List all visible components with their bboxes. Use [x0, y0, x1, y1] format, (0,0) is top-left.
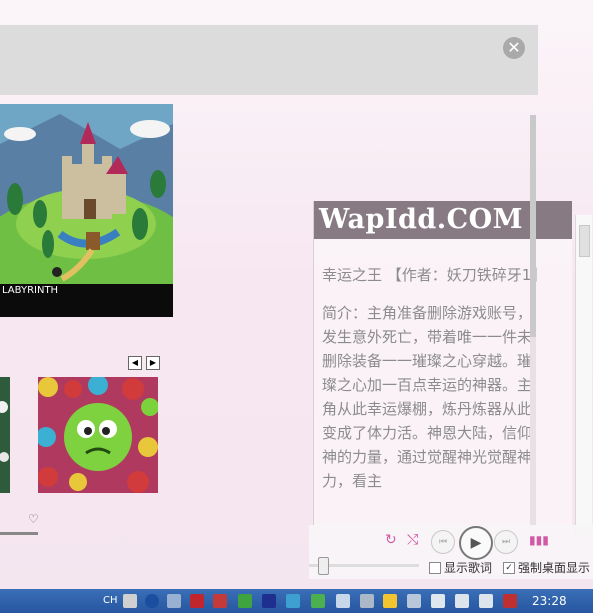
repeat-icon[interactable]: ↻ [385, 532, 397, 548]
help-icon[interactable] [145, 594, 159, 608]
book-summary: 简介：主角准备删除游戏账号，发生意外死亡，带着唯一一件未删除装备一一璀璨之心穿越… [322, 304, 533, 490]
heart-icon[interactable]: ♡ [28, 512, 39, 526]
signal-bars-icon[interactable] [431, 594, 445, 608]
app-icon-grid[interactable] [213, 594, 227, 608]
force-desktop-label: 强制桌面显示 [518, 561, 591, 575]
game-thumbnail-partial[interactable] [0, 377, 10, 493]
page-scrollbar-thumb[interactable] [579, 225, 590, 257]
carousel-nav: ◀ ▶ [128, 356, 160, 370]
network-app-icon[interactable] [286, 594, 300, 608]
show-lyrics-option[interactable]: 显示歌词 [429, 559, 492, 576]
previous-icon[interactable]: ⏮ [431, 530, 455, 554]
music-player: ↻ ⤭ ⏮ ▶ ⏭ ▮▮▮ 显示歌词 ✓ 强制桌面显示 [309, 525, 593, 579]
taskbar: CH 23:28 [0, 589, 593, 613]
game-thumbnail-monsters[interactable] [36, 375, 159, 493]
bluetooth-icon[interactable] [262, 594, 276, 608]
divider [0, 532, 38, 535]
force-desktop-option[interactable]: ✓ 强制桌面显示 [503, 559, 590, 576]
keyboard-icon[interactable] [123, 594, 137, 608]
chevron-right-icon[interactable]: ▶ [146, 356, 160, 370]
next-icon[interactable]: ⏭ [494, 530, 518, 554]
close-icon[interactable]: ✕ [503, 37, 525, 59]
scrollbar-thumb[interactable] [530, 115, 536, 337]
page-scrollbar[interactable] [575, 215, 592, 535]
volume-icon[interactable] [407, 594, 421, 608]
reader-scrollbar[interactable] [527, 103, 539, 533]
wifi-icon[interactable] [336, 594, 350, 608]
clock[interactable]: 23:28 [532, 593, 567, 609]
game-caption: LABYRINTH [0, 284, 173, 317]
reader-content: 幸运之王 【作者：妖刀铁碎牙1】 简介：主角准备删除游戏账号，发生意外死亡，带着… [322, 263, 547, 507]
signal-icon[interactable] [311, 594, 325, 608]
show-lyrics-checkbox[interactable] [429, 561, 441, 574]
top-banner [0, 25, 538, 95]
tray-menu-icon[interactable] [167, 594, 181, 608]
battery-icon[interactable] [479, 594, 493, 608]
security-icon[interactable] [238, 594, 252, 608]
game-card[interactable]: LABYRINTH [0, 104, 173, 317]
play-button[interactable]: ▶ [459, 526, 493, 560]
action-center-icon[interactable] [503, 594, 517, 608]
shuffle-icon[interactable]: ⤭ [407, 532, 418, 548]
force-desktop-checkbox[interactable]: ✓ [503, 561, 515, 574]
display-icon[interactable] [360, 594, 374, 608]
progress-knob[interactable] [318, 557, 329, 575]
castle-illustration [0, 104, 173, 284]
language-indicator[interactable]: CH [103, 593, 118, 609]
chevron-left-icon[interactable]: ◀ [128, 356, 142, 370]
book-title-line: 幸运之王 【作者：妖刀铁碎牙1】 [322, 266, 547, 284]
app-icon-red[interactable] [190, 594, 204, 608]
warning-icon[interactable] [383, 594, 397, 608]
flag-icon[interactable] [455, 594, 469, 608]
show-lyrics-label: 显示歌词 [444, 561, 493, 575]
equalizer-icon[interactable]: ▮▮▮ [529, 532, 549, 548]
